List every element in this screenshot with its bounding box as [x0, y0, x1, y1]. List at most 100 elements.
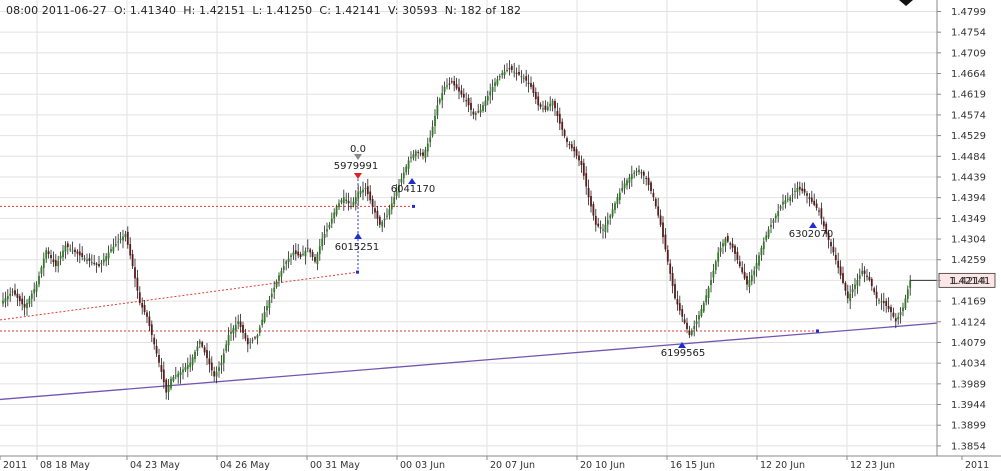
- candle-body: [278, 275, 280, 281]
- candle-body: [352, 201, 355, 206]
- candle-body: [558, 113, 561, 124]
- candle-body: [189, 362, 192, 367]
- candle-body: [791, 194, 794, 196]
- price-axis: 1.4799 1.4754 1.4709 1.4664 1.4619 1.4574 1.45…: [899, 0, 986, 456]
- x-tick-label: 00 31 May: [310, 460, 360, 471]
- candle-body: [887, 305, 890, 310]
- candle-body: [93, 262, 96, 264]
- zero-label: 0.0: [350, 144, 366, 155]
- candle-body: [42, 258, 45, 269]
- y-tick-label: 1.4394: [951, 193, 986, 204]
- candle-body: [652, 192, 655, 198]
- candle-body: [237, 321, 240, 325]
- candle-body: [261, 319, 264, 325]
- candle-body: [822, 221, 825, 227]
- candle-body: [414, 151, 417, 157]
- y-tick-label: 1.4214: [951, 276, 986, 287]
- candle-body: [124, 233, 127, 238]
- candle-body: [218, 367, 220, 371]
- candle-body: [143, 305, 146, 313]
- candle-body: [534, 91, 537, 100]
- candle-body: [249, 342, 252, 343]
- candle-body: [582, 163, 585, 176]
- candle-body: [474, 112, 477, 115]
- candle-body: [18, 296, 21, 302]
- candle-body: [71, 250, 74, 252]
- candle-body: [798, 186, 801, 190]
- candle-body: [378, 216, 381, 225]
- candle-body: [796, 188, 799, 193]
- candle-body: [266, 305, 268, 311]
- candle-body: [477, 111, 480, 113]
- candle-body: [326, 229, 328, 232]
- candle-body: [741, 267, 744, 273]
- candle-body: [686, 322, 688, 329]
- candle-body: [141, 302, 144, 308]
- candle-body: [758, 255, 760, 266]
- y-tick-label: 1.4034: [951, 359, 986, 370]
- candle-body: [273, 287, 276, 293]
- candle-body: [254, 337, 256, 339]
- candle-body: [854, 284, 856, 289]
- candle-body: [126, 231, 129, 245]
- candle-body: [184, 367, 187, 371]
- candle-body: [244, 333, 247, 339]
- candle-body: [251, 339, 254, 341]
- candle-body: [762, 241, 765, 250]
- candle-body: [594, 215, 597, 225]
- candle-body: [609, 215, 612, 218]
- candle-body: [642, 171, 645, 176]
- y-tick-label: 1.4304: [951, 235, 986, 246]
- candle-body: [486, 96, 489, 101]
- up-marker-triangle: [809, 222, 817, 228]
- candle-body: [134, 267, 136, 279]
- y-tick-label: 1.4574: [951, 110, 986, 121]
- candle-body: [832, 246, 835, 253]
- down-marker-triangle: [354, 173, 362, 179]
- candle-body: [760, 247, 763, 256]
- candle-body: [717, 252, 720, 262]
- price-chart[interactable]: 1.421410.0597999160152516041170619956563…: [0, 0, 1001, 471]
- candle-body: [611, 209, 614, 217]
- candle-body: [880, 301, 883, 303]
- candle-body: [177, 373, 180, 378]
- candle-body: [878, 299, 880, 301]
- y-tick-label: 1.3854: [951, 441, 986, 452]
- candle-body: [623, 183, 626, 189]
- candle-body: [186, 364, 189, 369]
- candle-body: [467, 98, 470, 106]
- x-tick-label: 16 15 Jun: [670, 460, 715, 471]
- candle-body: [129, 244, 132, 256]
- candle-body: [98, 264, 100, 267]
- candle-body: [215, 371, 218, 377]
- volume-label: 6302070: [789, 229, 834, 240]
- candle-body: [338, 203, 340, 208]
- candle-body: [707, 287, 710, 298]
- candle-body: [587, 187, 590, 198]
- candle-body: [566, 138, 568, 143]
- candle-body: [95, 263, 98, 265]
- candle-body: [268, 299, 271, 309]
- candle-body: [323, 233, 326, 238]
- candle-body: [818, 210, 820, 212]
- candle-body: [647, 177, 650, 185]
- candle-body: [282, 266, 285, 271]
- candle-body: [388, 209, 391, 216]
- candle-body: [803, 188, 806, 193]
- candle-body: [510, 65, 513, 71]
- candle-body: [767, 229, 770, 238]
- candle-body: [578, 155, 580, 161]
- y-tick-label: 1.3899: [951, 421, 986, 432]
- candle-body: [155, 345, 158, 354]
- candle-body: [38, 275, 40, 285]
- candle-body: [506, 70, 508, 72]
- candle-body: [518, 71, 520, 75]
- candle-body: [2, 300, 4, 304]
- y-tick-label: 1.4529: [951, 131, 986, 142]
- candle-body: [678, 303, 681, 311]
- candle-body: [311, 252, 314, 257]
- candle-body: [86, 259, 88, 262]
- volume-label: 5979991: [334, 161, 379, 172]
- candle-body: [462, 93, 465, 98]
- candle-body: [484, 100, 487, 106]
